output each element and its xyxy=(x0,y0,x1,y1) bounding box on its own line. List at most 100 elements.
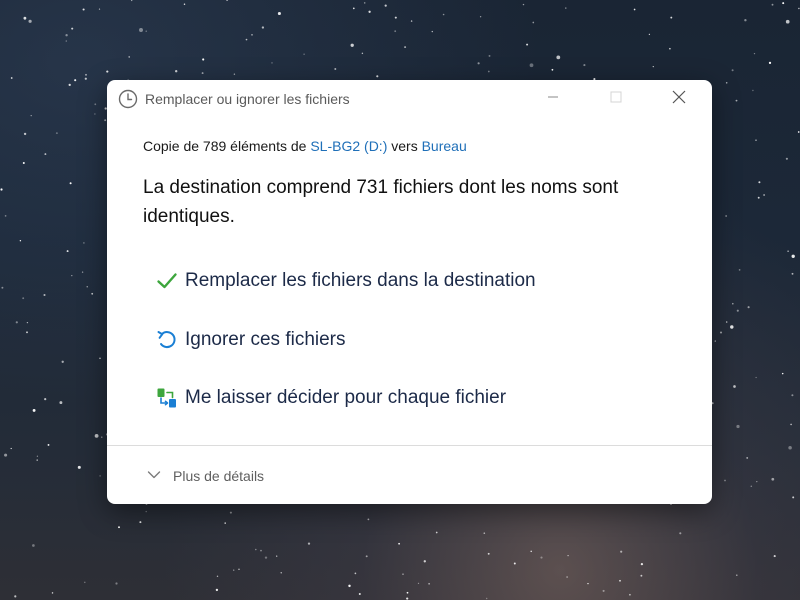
star xyxy=(361,52,364,55)
star xyxy=(280,572,282,574)
star xyxy=(145,30,147,32)
star xyxy=(513,562,516,565)
star xyxy=(22,297,25,300)
star xyxy=(477,62,480,65)
destination-link[interactable]: Bureau xyxy=(422,138,467,154)
star xyxy=(640,574,643,577)
copy-info-prefix: Copie de 789 éléments de xyxy=(143,138,311,154)
star xyxy=(792,496,795,499)
star xyxy=(47,443,50,446)
star xyxy=(238,568,240,570)
more-details-label: Plus de détails xyxy=(173,468,265,484)
star xyxy=(487,552,490,555)
checkmark-icon xyxy=(155,269,179,293)
option-skip-files[interactable]: Ignorer ces fichiers xyxy=(155,324,346,356)
star xyxy=(565,7,567,9)
copy-info-middle: vers xyxy=(387,138,422,154)
star xyxy=(91,292,94,295)
star xyxy=(398,542,400,545)
chevron-down-icon xyxy=(147,467,161,485)
maximize-icon xyxy=(610,90,622,108)
star xyxy=(556,55,561,60)
star xyxy=(587,582,589,585)
star xyxy=(65,34,68,37)
divider xyxy=(107,445,712,446)
star xyxy=(26,321,29,324)
more-details-toggle[interactable]: Plus de détails xyxy=(147,466,264,486)
star xyxy=(255,548,257,551)
star xyxy=(84,77,87,80)
star xyxy=(746,456,749,459)
star xyxy=(115,582,118,585)
star xyxy=(423,560,426,563)
copy-info: Copie de 789 éléments de SL-BG2 (D:) ver… xyxy=(143,138,467,154)
star xyxy=(540,556,543,559)
star xyxy=(84,581,86,584)
star xyxy=(648,33,651,36)
star xyxy=(352,7,355,10)
star xyxy=(251,34,253,36)
star xyxy=(788,445,792,450)
source-link[interactable]: SL-BG2 (D:) xyxy=(310,138,387,154)
close-button[interactable] xyxy=(656,80,702,118)
star xyxy=(376,75,379,78)
star xyxy=(4,453,8,457)
star xyxy=(23,16,27,20)
star xyxy=(94,113,96,115)
star xyxy=(753,52,756,55)
star xyxy=(183,3,186,6)
star xyxy=(36,455,39,457)
star xyxy=(652,65,654,68)
star xyxy=(233,73,236,75)
star xyxy=(487,70,490,73)
star xyxy=(402,573,404,575)
close-icon xyxy=(672,90,686,109)
star xyxy=(83,242,85,244)
star xyxy=(69,182,72,185)
star xyxy=(0,188,3,191)
option-skip-label: Ignorer ces fichiers xyxy=(185,329,346,350)
star xyxy=(750,485,753,487)
star xyxy=(226,0,229,2)
star xyxy=(768,61,772,65)
star xyxy=(733,385,736,388)
option-decide-label: Me laisser décider pour chaque fichier xyxy=(185,387,507,408)
star xyxy=(771,3,774,6)
star xyxy=(303,53,305,56)
star xyxy=(744,19,747,22)
star xyxy=(787,250,789,252)
star xyxy=(71,274,73,277)
star xyxy=(260,549,262,552)
star xyxy=(406,591,409,594)
star xyxy=(620,550,623,553)
star xyxy=(773,555,776,558)
minimize-button[interactable] xyxy=(530,80,576,118)
star xyxy=(394,16,397,19)
star xyxy=(735,99,738,102)
star xyxy=(725,215,727,217)
option-replace-files[interactable]: Remplacer les fichiers dans la destinati… xyxy=(155,265,536,297)
star xyxy=(394,30,397,33)
star xyxy=(36,459,38,461)
star xyxy=(10,77,13,79)
star xyxy=(82,8,85,11)
star xyxy=(747,306,750,309)
star xyxy=(406,597,409,600)
star xyxy=(175,70,178,73)
replace-skip-dialog: Remplacer ou ignorer les fichiers Copie … xyxy=(107,80,712,504)
star xyxy=(106,70,109,73)
maximize-button[interactable] xyxy=(593,80,639,118)
star xyxy=(725,82,728,84)
star xyxy=(350,43,354,47)
star xyxy=(670,16,673,19)
star xyxy=(417,582,420,585)
star xyxy=(30,114,32,117)
star xyxy=(431,30,433,33)
title-bar[interactable]: Remplacer ou ignorer les fichiers xyxy=(107,80,712,118)
option-decide-each[interactable]: Me laisser décider pour chaque fichier xyxy=(155,382,506,414)
star xyxy=(229,511,232,514)
undo-arrow-icon xyxy=(155,328,179,352)
star xyxy=(44,153,47,156)
star xyxy=(264,556,268,559)
star xyxy=(798,7,800,10)
